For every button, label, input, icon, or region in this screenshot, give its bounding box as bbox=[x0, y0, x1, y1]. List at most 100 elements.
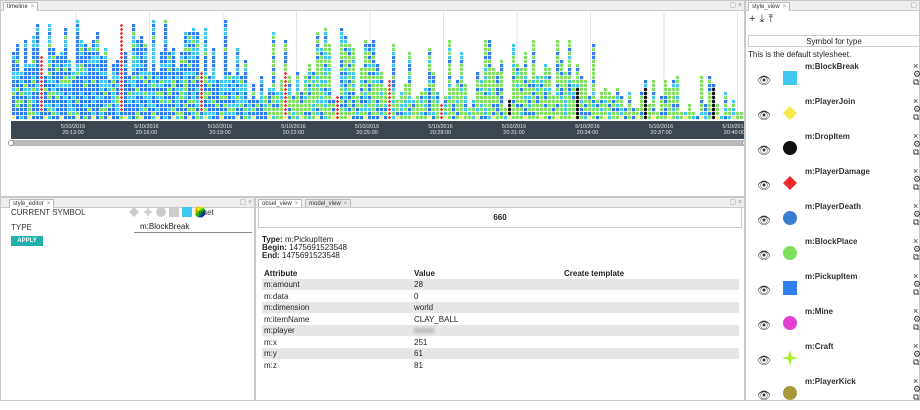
obsel-mark[interactable] bbox=[92, 80, 96, 84]
obsel-mark[interactable] bbox=[96, 84, 100, 88]
obsel-mark[interactable] bbox=[132, 80, 136, 84]
obsel-mark[interactable] bbox=[584, 116, 588, 120]
obsel-mark[interactable] bbox=[152, 56, 156, 60]
obsel-mark[interactable] bbox=[212, 56, 216, 60]
obsel-mark[interactable] bbox=[208, 84, 212, 88]
obsel-mark[interactable] bbox=[483, 43, 488, 48]
obsel-mark[interactable] bbox=[32, 56, 36, 60]
obsel-mark[interactable] bbox=[92, 56, 96, 60]
obsel-mark[interactable] bbox=[507, 107, 512, 112]
obsel-mark[interactable] bbox=[535, 111, 540, 116]
obsel-mark[interactable] bbox=[435, 115, 440, 120]
obsel-mark[interactable] bbox=[340, 64, 344, 68]
obsel-mark[interactable] bbox=[347, 59, 352, 64]
obsel-mark[interactable] bbox=[708, 112, 712, 116]
obsel-mark[interactable] bbox=[20, 92, 24, 96]
obsel-mark[interactable] bbox=[675, 91, 680, 96]
obsel-mark[interactable] bbox=[164, 96, 168, 100]
obsel-mark[interactable] bbox=[675, 79, 680, 84]
obsel-mark[interactable] bbox=[196, 92, 200, 96]
obsel-mark[interactable] bbox=[555, 107, 560, 112]
obsel-mark[interactable] bbox=[579, 87, 584, 92]
obsel-mark[interactable] bbox=[491, 115, 496, 120]
obsel-mark[interactable] bbox=[196, 84, 200, 88]
obsel-mark[interactable] bbox=[387, 115, 392, 120]
obsel-mark[interactable] bbox=[287, 103, 292, 108]
obsel-mark[interactable] bbox=[535, 103, 540, 108]
obsel-mark[interactable] bbox=[228, 100, 232, 104]
obsel-mark[interactable] bbox=[503, 111, 508, 116]
obsel-mark[interactable] bbox=[48, 116, 52, 120]
obsel-mark[interactable] bbox=[339, 87, 344, 92]
obsel-mark[interactable] bbox=[559, 103, 564, 108]
obsel-mark[interactable] bbox=[547, 107, 552, 112]
obsel-mark[interactable] bbox=[732, 112, 736, 116]
obsel-mark[interactable] bbox=[699, 107, 704, 112]
obsel-mark[interactable] bbox=[136, 88, 140, 92]
obsel-mark[interactable] bbox=[144, 88, 148, 92]
obsel-mark[interactable] bbox=[547, 83, 552, 88]
obsel-mark[interactable] bbox=[587, 103, 592, 108]
obsel-mark[interactable] bbox=[76, 72, 80, 76]
obsel-mark[interactable] bbox=[112, 92, 116, 96]
obsel-mark[interactable] bbox=[60, 104, 64, 108]
obsel-mark[interactable] bbox=[48, 112, 52, 116]
obsel-mark[interactable] bbox=[400, 92, 404, 96]
obsel-mark[interactable] bbox=[152, 92, 156, 96]
obsel-mark[interactable] bbox=[511, 83, 516, 88]
obsel-mark[interactable] bbox=[476, 72, 480, 76]
add-icon[interactable]: + bbox=[749, 13, 759, 25]
obsel-mark[interactable] bbox=[324, 64, 328, 68]
obsel-mark[interactable] bbox=[296, 88, 300, 92]
obsel-mark[interactable] bbox=[100, 96, 104, 100]
obsel-mark[interactable] bbox=[523, 91, 528, 96]
obsel-mark[interactable] bbox=[119, 83, 124, 88]
obsel-mark[interactable] bbox=[212, 76, 216, 80]
obsel-mark[interactable] bbox=[139, 115, 144, 120]
obsel-mark[interactable] bbox=[136, 72, 140, 76]
obsel-mark[interactable] bbox=[108, 104, 112, 108]
obsel-mark[interactable] bbox=[367, 51, 372, 56]
obsel-mark[interactable] bbox=[283, 107, 288, 112]
obsel-mark[interactable] bbox=[343, 55, 348, 60]
obsel-mark[interactable] bbox=[104, 52, 108, 56]
obsel-mark[interactable] bbox=[363, 111, 368, 116]
obsel-mark[interactable] bbox=[483, 59, 488, 64]
obsel-mark[interactable] bbox=[84, 104, 88, 108]
obsel-mark[interactable] bbox=[712, 84, 716, 88]
obsel-mark[interactable] bbox=[351, 107, 356, 112]
obsel-mark[interactable] bbox=[164, 76, 168, 80]
obsel-mark[interactable] bbox=[531, 75, 536, 80]
obsel-mark[interactable] bbox=[88, 60, 92, 64]
selected-color-swatch[interactable] bbox=[182, 207, 192, 217]
obsel-mark[interactable] bbox=[559, 107, 564, 112]
obsel-mark[interactable] bbox=[300, 96, 304, 100]
obsel-mark[interactable] bbox=[52, 84, 56, 88]
obsel-mark[interactable] bbox=[564, 112, 568, 116]
obsel-mark[interactable] bbox=[352, 100, 356, 104]
obsel-mark[interactable] bbox=[363, 67, 368, 72]
obsel-mark[interactable] bbox=[519, 99, 524, 104]
obsel-mark[interactable] bbox=[699, 95, 704, 100]
obsel-mark[interactable] bbox=[56, 116, 60, 120]
obsel-mark[interactable] bbox=[287, 99, 292, 104]
obsel-mark[interactable] bbox=[311, 99, 316, 104]
obsel-mark[interactable] bbox=[216, 100, 220, 104]
obsel-mark[interactable] bbox=[455, 83, 460, 88]
obsel-mark[interactable] bbox=[419, 103, 424, 108]
obsel-mark[interactable] bbox=[355, 99, 360, 104]
obsel-mark[interactable] bbox=[499, 71, 504, 76]
obsel-mark[interactable] bbox=[351, 95, 356, 100]
obsel-mark[interactable] bbox=[340, 60, 344, 64]
obsel-mark[interactable] bbox=[28, 112, 32, 116]
obsel-mark[interactable] bbox=[523, 55, 528, 60]
obsel-mark[interactable] bbox=[364, 104, 368, 108]
obsel-mark[interactable] bbox=[48, 64, 52, 68]
obsel-mark[interactable] bbox=[432, 80, 436, 84]
obsel-mark[interactable] bbox=[199, 103, 204, 108]
obsel-mark[interactable] bbox=[531, 99, 536, 104]
obsel-mark[interactable] bbox=[340, 84, 344, 88]
obsel-mark[interactable] bbox=[620, 108, 624, 112]
obsel-mark[interactable] bbox=[28, 108, 32, 112]
obsel-mark[interactable] bbox=[68, 72, 72, 76]
